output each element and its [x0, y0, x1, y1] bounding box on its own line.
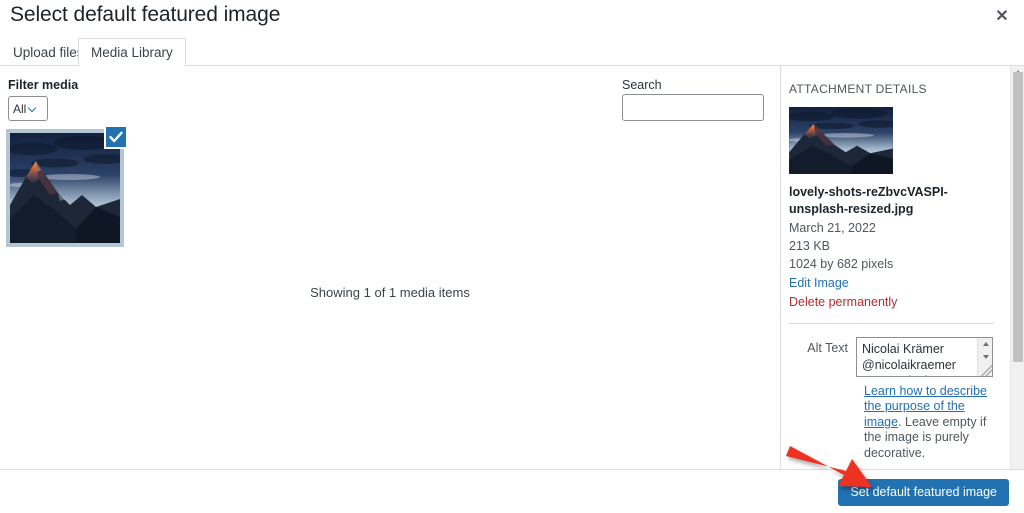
attachment-filesize: 213 KB	[789, 239, 831, 253]
filter-media-label: Filter media	[8, 78, 79, 92]
sidebar-scrollbar[interactable]	[1010, 66, 1024, 469]
alt-text-input[interactable]	[856, 336, 993, 377]
attachment-filename: lovely-shots-reZbvcVASPI-unsplash-resize…	[789, 185, 948, 216]
attachment-item-selected[interactable]	[6, 125, 128, 247]
check-icon[interactable]	[104, 125, 128, 149]
delete-permanently-link[interactable]: Delete permanently	[789, 295, 994, 309]
search-label: Search	[622, 78, 662, 92]
attachment-thumbnail	[10, 133, 120, 243]
attachment-details-inner: ATTACHMENT DETAILS lovely-shots-reZbvcVA…	[781, 66, 1010, 469]
showing-count-label: Showing 1 of 1 media items	[310, 285, 470, 300]
close-icon[interactable]: ✕	[984, 2, 1020, 32]
modal-footer: Set default featured image	[0, 469, 1024, 513]
page-title: Select default featured image	[10, 3, 281, 26]
tab-media-library[interactable]: Media Library	[78, 38, 186, 66]
alt-text-field-row: Alt Text	[789, 336, 994, 377]
media-modal: Select default featured image ✕ Upload f…	[0, 0, 1024, 513]
attachments-grid: Showing 1 of 1 media items	[0, 122, 780, 469]
modal-tabs: Upload files Media Library	[0, 38, 1024, 66]
modal-header: Select default featured image ✕	[0, 0, 1024, 38]
tab-upload-files-label: Upload files	[13, 45, 84, 60]
attachment-date: March 21, 2022	[789, 220, 876, 235]
alt-text-wrapper	[856, 336, 993, 377]
attachment-details-heading: ATTACHMENT DETAILS	[789, 82, 927, 96]
sidebar-divider	[789, 322, 994, 324]
attachment-dimensions: 1024 by 682 pixels	[789, 257, 894, 272]
edit-image-link[interactable]: Edit Image	[789, 276, 849, 290]
alt-text-help: Learn how to describe the purpose of the…	[864, 384, 1004, 462]
attachment-details-thumbnail	[789, 107, 893, 174]
filter-media-value: All	[13, 101, 27, 116]
alt-text-label: Alt Text	[807, 340, 848, 355]
filter-media-select[interactable]: All	[8, 96, 48, 121]
set-default-featured-image-button[interactable]: Set default featured image	[838, 479, 1009, 506]
tab-media-library-label: Media Library	[91, 45, 173, 60]
chevron-down-icon	[29, 104, 38, 113]
modal-content: Filter media All Search Showing 1 of 1 m…	[0, 66, 1024, 469]
attachment-details-sidebar: ATTACHMENT DETAILS lovely-shots-reZbvcVA…	[780, 66, 1024, 469]
search-input[interactable]	[622, 94, 764, 121]
sidebar-scroll-thumb[interactable]	[1013, 72, 1023, 362]
